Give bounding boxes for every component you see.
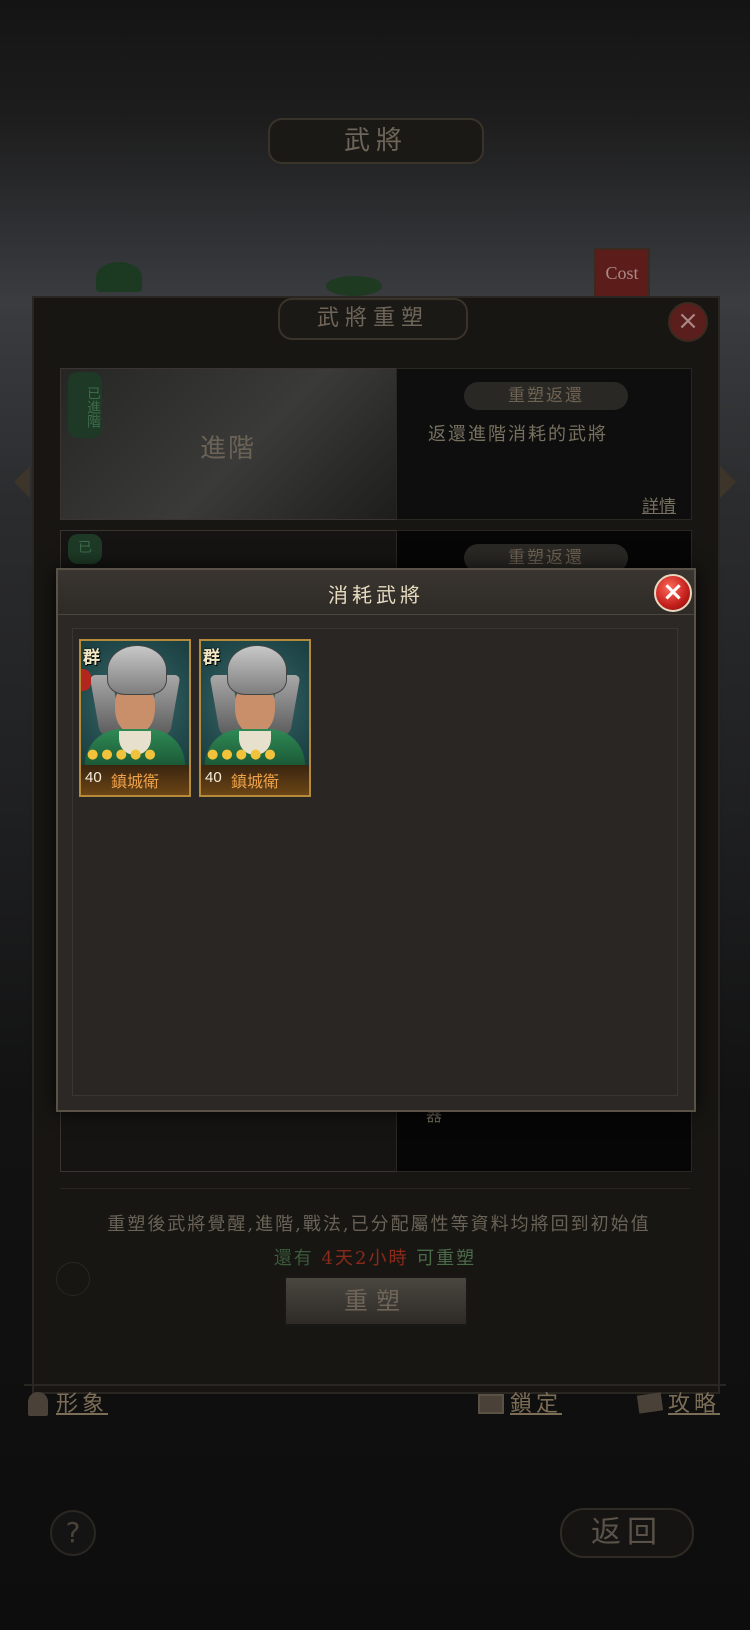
general-card[interactable]: 群 ●●●●● 40 鎮城衛 xyxy=(199,639,311,797)
panel-title: 武將重塑 xyxy=(278,298,468,340)
rebuild-timer: 還有 4天2小時 可重塑 xyxy=(0,1244,750,1270)
next-arrow-icon[interactable] xyxy=(720,466,736,498)
divider xyxy=(60,1188,690,1189)
details-link[interactable]: 詳情 xyxy=(642,492,676,517)
timer-prefix: 還有 xyxy=(273,1248,314,1269)
return-pill: 重塑返還 xyxy=(464,382,628,410)
faction-label: 群 xyxy=(203,648,220,668)
faction-label: 群 xyxy=(83,648,100,668)
dialog-title: 消耗武將 xyxy=(328,583,424,607)
help-button[interactable]: ? xyxy=(50,1510,96,1556)
info-circle-icon[interactable] xyxy=(56,1262,90,1296)
general-level: 40 xyxy=(85,769,102,786)
timer-suffix: 可重塑 xyxy=(416,1248,477,1269)
scroll-icon xyxy=(636,1392,664,1414)
general-card[interactable]: 群 ●●●●● 40 鎮城衛 xyxy=(79,639,191,797)
star-rating-icon: ●●●●● xyxy=(207,747,279,762)
bottom-bar-border xyxy=(24,1384,726,1386)
person-icon xyxy=(28,1392,48,1416)
helmet-icon xyxy=(227,645,287,695)
timer-value: 4天2小時 xyxy=(321,1248,409,1269)
lock-link[interactable]: 鎖定 xyxy=(510,1386,562,1418)
prev-arrow-icon[interactable] xyxy=(14,466,30,498)
rebuild-notice: 重塑後武將覺醒,進階,戰法,已分配屬性等資料均將回到初始值 xyxy=(107,1214,651,1235)
rebuild-button[interactable]: 重塑 xyxy=(284,1276,468,1326)
star-rating-icon: ●●●●● xyxy=(87,747,159,762)
consumed-generals-dialog: 消耗武將 × 群 ●●●●● 40 鎮城衛 群 ●●●●● 40 鎮城衛 xyxy=(56,568,696,1112)
advance-label: 進階 xyxy=(200,434,257,464)
advanced-tag: 已進階 xyxy=(68,372,102,438)
lock-icon xyxy=(478,1394,504,1414)
helmet-icon xyxy=(107,645,167,695)
general-level: 40 xyxy=(205,769,222,786)
jade-ornament-icon xyxy=(326,276,382,296)
back-button[interactable]: 返回 xyxy=(560,1508,694,1558)
return-description: 返還進階消耗的武將 xyxy=(428,424,608,445)
guide-link[interactable]: 攻略 xyxy=(668,1386,720,1418)
panel-close-button[interactable]: × xyxy=(668,302,708,342)
general-name: 鎮城衛 xyxy=(111,772,160,791)
page-title: 武將 xyxy=(268,118,484,164)
awakened-tag: 已 xyxy=(68,534,102,564)
general-name: 鎮城衛 xyxy=(231,772,280,791)
jade-ornament-icon xyxy=(96,262,142,292)
generals-list: 群 ●●●●● 40 鎮城衛 群 ●●●●● 40 鎮城衛 xyxy=(72,628,678,1096)
dialog-close-button[interactable]: × xyxy=(654,574,692,612)
cost-badge: Cost xyxy=(594,248,650,298)
image-link[interactable]: 形象 xyxy=(56,1386,108,1418)
